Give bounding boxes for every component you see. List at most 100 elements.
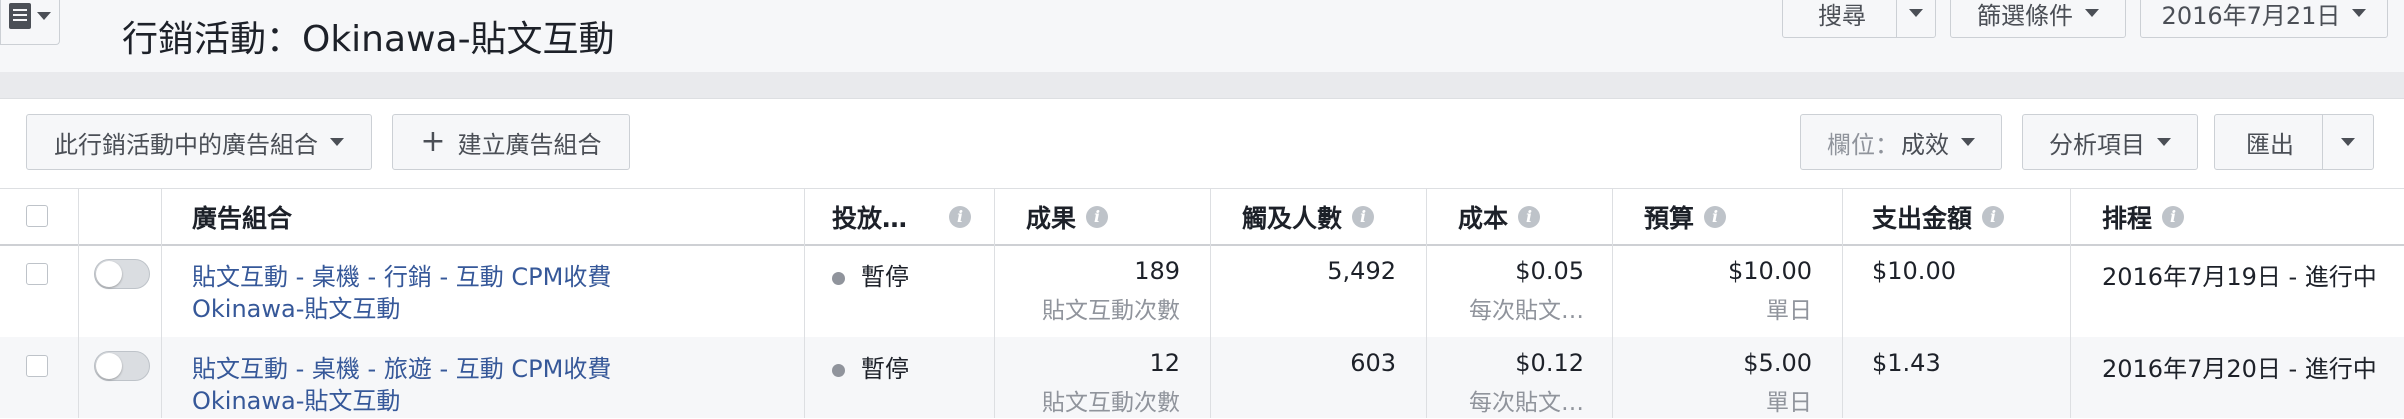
chevron-down-icon: [1961, 138, 1975, 146]
column-header-results-label: 成果: [1026, 203, 1077, 233]
columns-value: 成效: [1901, 130, 1949, 159]
select-all-checkbox[interactable]: [26, 205, 48, 227]
results-type: 貼文互動次數: [1042, 390, 1180, 416]
search-options-button[interactable]: [1896, 0, 1936, 38]
column-header-budget-label: 預算: [1644, 203, 1695, 233]
spent-value: $1.43: [1872, 349, 1941, 377]
column-divider: [78, 188, 79, 418]
info-icon[interactable]: i: [1982, 205, 2005, 228]
column-header-results[interactable]: 成果 i: [1026, 189, 1109, 244]
campaign-link[interactable]: Okinawa-貼文互動: [192, 289, 400, 324]
row-checkbox[interactable]: [26, 355, 48, 377]
status-toggle[interactable]: [94, 351, 150, 381]
chevron-down-icon: [2157, 138, 2171, 146]
schedule-value: 2016年7月19日 - 進行中: [2102, 263, 2377, 291]
results-type: 貼文互動次數: [1042, 298, 1180, 324]
spent-value: $10.00: [1872, 257, 1956, 285]
info-icon[interactable]: i: [1704, 205, 1727, 228]
adset-scope-dropdown[interactable]: 此行銷活動中的廣告組合: [26, 114, 372, 170]
page-title: 行銷活動：Okinawa-貼文互動: [122, 19, 615, 60]
document-icon: [9, 3, 31, 29]
budget-type: 單日: [1766, 298, 1812, 324]
chevron-down-icon: [2085, 9, 2099, 17]
status-toggle[interactable]: [94, 259, 150, 289]
adset-scope-label: 此行銷活動中的廣告組合: [54, 130, 318, 159]
info-icon[interactable]: i: [2162, 205, 2185, 228]
plus-icon: +: [420, 124, 446, 159]
column-divider[interactable]: [1612, 188, 1613, 418]
breakdown-dropdown[interactable]: 分析項目: [2022, 114, 2198, 170]
delivery-label: 暫停: [861, 263, 909, 291]
adset-name-link[interactable]: 貼文互動 - 桌機 - 旅遊 - 互動 CPM收費: [192, 349, 611, 384]
info-icon[interactable]: i: [1352, 205, 1375, 228]
date-range-picker[interactable]: 2016年7月21日: [2140, 0, 2388, 38]
export-button[interactable]: 匯出: [2214, 114, 2326, 170]
create-adset-label: 建立廣告組合: [457, 130, 602, 159]
adset-name-link[interactable]: 貼文互動 - 桌機 - 行銷 - 互動 CPM收費: [192, 257, 611, 292]
page-menu-button[interactable]: [0, 0, 60, 45]
campaign-link[interactable]: Okinawa-貼文互動: [192, 381, 400, 416]
column-divider[interactable]: [2070, 188, 2071, 418]
budget-type: 單日: [1766, 390, 1812, 416]
column-divider[interactable]: [1426, 188, 1427, 418]
search-label: 搜尋: [1818, 1, 1866, 30]
columns-dropdown[interactable]: 欄位： 成效: [1800, 114, 2002, 170]
delivery-status: 暫停: [832, 257, 909, 292]
cost-type: 每次貼文…: [1469, 390, 1584, 416]
column-header-spent[interactable]: 支出金額 i: [1872, 189, 2005, 244]
column-header-budget[interactable]: 預算 i: [1644, 189, 1727, 244]
column-header-reach-label: 觸及人數: [1242, 203, 1343, 233]
results-value: 12: [1149, 349, 1180, 377]
delivery-status: 暫停: [832, 349, 909, 384]
chevron-down-icon: [330, 138, 344, 146]
schedule-value: 2016年7月20日 - 進行中: [2102, 355, 2377, 383]
column-divider[interactable]: [804, 188, 805, 418]
breakdown-label: 分析項目: [2049, 130, 2145, 159]
column-header-delivery[interactable]: 投放… i: [832, 189, 972, 244]
filter-button[interactable]: 篩選條件: [1950, 0, 2126, 38]
columns-prefix: 欄位：: [1827, 130, 1899, 159]
column-divider[interactable]: [1210, 188, 1211, 418]
column-header-name-label: 廣告組合: [192, 203, 293, 233]
delivery-label: 暫停: [861, 355, 909, 383]
info-icon[interactable]: i: [1518, 205, 1541, 228]
status-dot-icon: [832, 271, 845, 285]
chevron-down-icon: [37, 12, 51, 20]
column-header-cost[interactable]: 成本 i: [1458, 189, 1541, 244]
status-dot-icon: [832, 363, 845, 377]
export-options-button[interactable]: [2322, 114, 2374, 170]
row-checkbox[interactable]: [26, 263, 48, 285]
column-header-reach[interactable]: 觸及人數 i: [1242, 189, 1375, 244]
column-divider: [161, 188, 162, 418]
reach-value: 5,492: [1327, 257, 1396, 285]
budget-value: $5.00: [1743, 349, 1812, 377]
page-header: 行銷活動：Okinawa-貼文互動 搜尋 篩選條件 2016年7月21日: [0, 0, 2404, 72]
results-value: 189: [1134, 257, 1180, 285]
column-divider[interactable]: [1842, 188, 1843, 418]
export-label: 匯出: [2246, 130, 2294, 159]
info-icon[interactable]: i: [1086, 205, 1109, 228]
column-header-cost-label: 成本: [1458, 203, 1509, 233]
column-header-schedule-label: 排程: [2102, 203, 2153, 233]
chevron-down-icon: [2341, 138, 2355, 146]
cost-type: 每次貼文…: [1469, 298, 1584, 324]
column-header-spent-label: 支出金額: [1872, 203, 1973, 233]
chevron-down-icon: [1909, 9, 1923, 17]
table-row[interactable]: 貼文互動 - 桌機 - 旅遊 - 互動 CPM收費 Okinawa-貼文互動 暫…: [0, 337, 2404, 418]
info-icon[interactable]: i: [949, 205, 972, 228]
cost-value: $0.12: [1515, 349, 1584, 377]
date-label: 2016年7月21日: [2161, 1, 2341, 30]
filter-label: 篩選條件: [1977, 1, 2073, 30]
cost-value: $0.05: [1515, 257, 1584, 285]
chevron-down-icon: [2352, 9, 2367, 17]
column-divider[interactable]: [994, 188, 995, 418]
create-adset-button[interactable]: + 建立廣告組合: [392, 114, 630, 170]
table-row[interactable]: 貼文互動 - 桌機 - 行銷 - 互動 CPM收費 Okinawa-貼文互動 暫…: [0, 245, 2404, 337]
budget-value: $10.00: [1728, 257, 1812, 285]
search-button[interactable]: 搜尋: [1782, 0, 1902, 38]
column-header-schedule[interactable]: 排程 i: [2102, 189, 2185, 244]
column-header-name[interactable]: 廣告組合: [192, 189, 292, 244]
reach-value: 603: [1350, 349, 1396, 377]
table-header: 廣告組合 投放… i 成果 i 觸及人數 i 成本 i 預算 i 支出金額 i 排程 i: [0, 188, 2404, 246]
column-header-delivery-label: 投放…: [832, 203, 908, 233]
